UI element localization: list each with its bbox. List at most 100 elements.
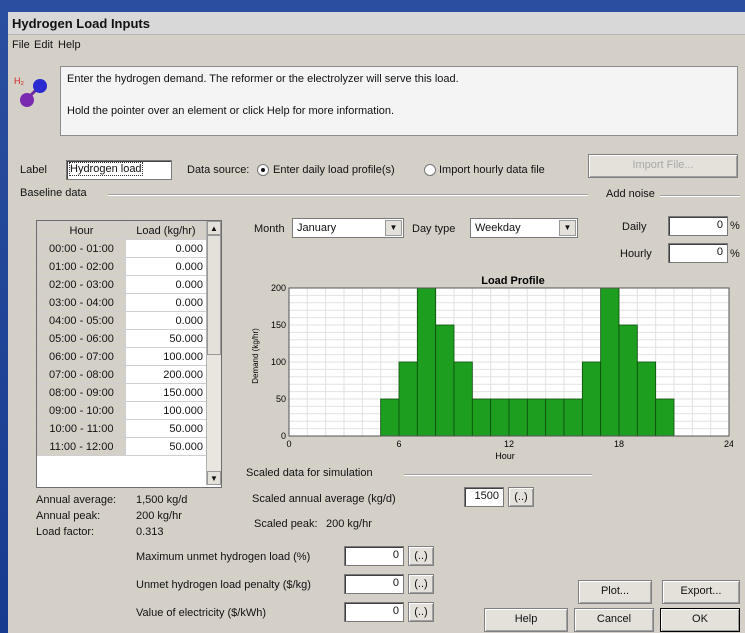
load-table[interactable]: Hour Load (kg/hr) 00:00 - 01:00 0.000 01:… (36, 220, 222, 488)
table-row[interactable]: 04:00 - 05:00 0.000 (37, 311, 208, 330)
x-tick-label: 6 (396, 439, 401, 449)
export-button[interactable]: Export... (662, 580, 740, 604)
max-unmet-input[interactable]: 0 (344, 546, 404, 566)
menu-file[interactable]: File (12, 39, 30, 51)
help-button[interactable]: Help (484, 608, 568, 632)
bar (508, 398, 528, 437)
max-unmet-caption: Maximum unmet hydrogen load (%) (136, 551, 311, 563)
load-profile-chart: Load Profile Demand (kg/hr) Hour 0 50 100 1… (243, 270, 733, 462)
table-row[interactable]: 09:00 - 10:00 100.000 (37, 401, 208, 420)
scaled-peak-caption: Scaled peak: (254, 518, 318, 530)
unmet-penalty-sensitivity-button[interactable]: (..) (408, 574, 434, 594)
noise-daily-unit: % (730, 220, 740, 232)
scaled-avg-input[interactable]: 1500 (464, 487, 504, 507)
bar (490, 398, 510, 437)
electricity-value-input[interactable]: 0 (344, 602, 404, 622)
radio-daily-label[interactable]: Enter daily load profile(s) (273, 164, 395, 176)
table-row[interactable]: 02:00 - 03:00 0.000 (37, 275, 208, 294)
bar (471, 398, 492, 437)
noise-hourly-input[interactable]: 0 (668, 243, 728, 263)
month-caption: Month (254, 223, 285, 235)
table-row[interactable]: 11:00 - 12:00 50.000 (37, 437, 208, 456)
unmet-penalty-caption: Unmet hydrogen load penalty ($/kg) (136, 579, 311, 591)
x-tick-label: 24 (724, 439, 733, 449)
bar (545, 398, 565, 437)
bar (453, 361, 473, 437)
table-row[interactable]: 08:00 - 09:00 150.000 (37, 383, 208, 402)
menu-help[interactable]: Help (58, 39, 81, 51)
electricity-value-caption: Value of electricity ($/kWh) (136, 607, 267, 619)
dialog-window: Hydrogen Load Inputs File Edit Help H₂ E… (8, 12, 745, 633)
x-tick-label: 18 (614, 439, 624, 449)
noise-group-line (660, 195, 740, 197)
label-caption: Label (20, 164, 47, 176)
column-header-load[interactable]: Load (kg/hr) (124, 221, 208, 240)
radio-import-label[interactable]: Import hourly data file (439, 164, 545, 176)
bar (600, 287, 620, 437)
menu-edit[interactable]: Edit (34, 39, 53, 51)
bar (526, 398, 547, 437)
noise-hourly-caption: Hourly (620, 248, 652, 260)
table-scrollbar[interactable]: ▲ ▼ (206, 221, 221, 485)
scaled-group-line (404, 474, 592, 476)
radio-import-hourly[interactable] (424, 164, 436, 176)
table-row[interactable]: 01:00 - 02:00 0.000 (37, 257, 208, 276)
electricity-value-sensitivity-button[interactable]: (..) (408, 602, 434, 622)
scaled-group-label: Scaled data for simulation (246, 467, 373, 479)
bar (416, 287, 437, 437)
column-header-hour[interactable]: Hour (37, 221, 126, 240)
y-tick-label: 100 (271, 357, 286, 367)
baseline-group-line (108, 194, 588, 196)
chart-title: Load Profile (481, 275, 545, 287)
noise-group-label: Add noise (606, 188, 655, 200)
radio-daily-profile[interactable] (257, 164, 269, 176)
y-tick-label: 0 (281, 431, 286, 441)
table-row[interactable]: 06:00 - 07:00 100.000 (37, 347, 208, 366)
cancel-button[interactable]: Cancel (574, 608, 654, 632)
annual-avg-value: 1,500 kg/d (136, 494, 188, 506)
data-source-caption: Data source: (187, 164, 250, 176)
scroll-thumb[interactable] (207, 235, 221, 355)
max-unmet-sensitivity-button[interactable]: (..) (408, 546, 434, 566)
chart-y-label: Demand (kg/hr) (251, 328, 260, 384)
scroll-down-icon[interactable]: ▼ (207, 471, 221, 485)
load-factor-value: 0.313 (136, 526, 164, 538)
annual-peak-caption: Annual peak: (36, 510, 101, 522)
table-row[interactable]: 00:00 - 01:00 0.000 (37, 239, 208, 258)
load-factor-caption: Load factor: (36, 526, 95, 538)
y-tick-label: 200 (271, 283, 286, 293)
bar (636, 361, 657, 437)
import-file-button[interactable]: Import File... (588, 154, 738, 178)
label-input[interactable]: Hydrogen load (66, 160, 172, 180)
table-row[interactable]: 10:00 - 11:00 50.000 (37, 419, 208, 438)
ok-button[interactable]: OK (660, 608, 740, 632)
table-row[interactable]: 07:00 - 08:00 200.000 (37, 365, 208, 384)
table-row[interactable]: 05:00 - 06:00 50.000 (37, 329, 208, 348)
daytype-caption: Day type (412, 223, 456, 235)
month-select[interactable]: January ▼ (292, 218, 404, 238)
noise-hourly-unit: % (730, 248, 740, 260)
bar (581, 361, 602, 437)
scroll-up-icon[interactable]: ▲ (207, 221, 221, 235)
scaled-avg-caption: Scaled annual average (kg/d) (252, 493, 396, 505)
annual-avg-caption: Annual average: (36, 494, 117, 506)
noise-daily-input[interactable]: 0 (668, 216, 728, 236)
scaled-avg-sensitivity-button[interactable]: (..) (508, 487, 534, 507)
unmet-penalty-input[interactable]: 0 (344, 574, 404, 594)
x-tick-label: 12 (504, 439, 514, 449)
chart-x-label: Hour (495, 451, 515, 461)
info-line-2: Hold the pointer over an element or clic… (67, 105, 395, 117)
plot-button[interactable]: Plot... (578, 580, 652, 604)
table-row[interactable]: 03:00 - 04:00 0.000 (37, 293, 208, 312)
chevron-down-icon: ▼ (385, 220, 402, 236)
daytype-select[interactable]: Weekday ▼ (470, 218, 578, 238)
svg-text:H₂: H₂ (14, 76, 24, 86)
chevron-down-icon: ▼ (559, 220, 576, 236)
bar (655, 398, 675, 437)
info-panel: H₂ Enter the hydrogen demand. The reform… (8, 58, 745, 146)
desktop-frame: Hydrogen Load Inputs File Edit Help H₂ E… (0, 0, 745, 633)
scaled-peak-value: 200 kg/hr (326, 518, 372, 530)
baseline-group-label: Baseline data (20, 187, 87, 199)
x-tick-label: 0 (286, 439, 291, 449)
menu-bar: File Edit Help (8, 36, 745, 54)
